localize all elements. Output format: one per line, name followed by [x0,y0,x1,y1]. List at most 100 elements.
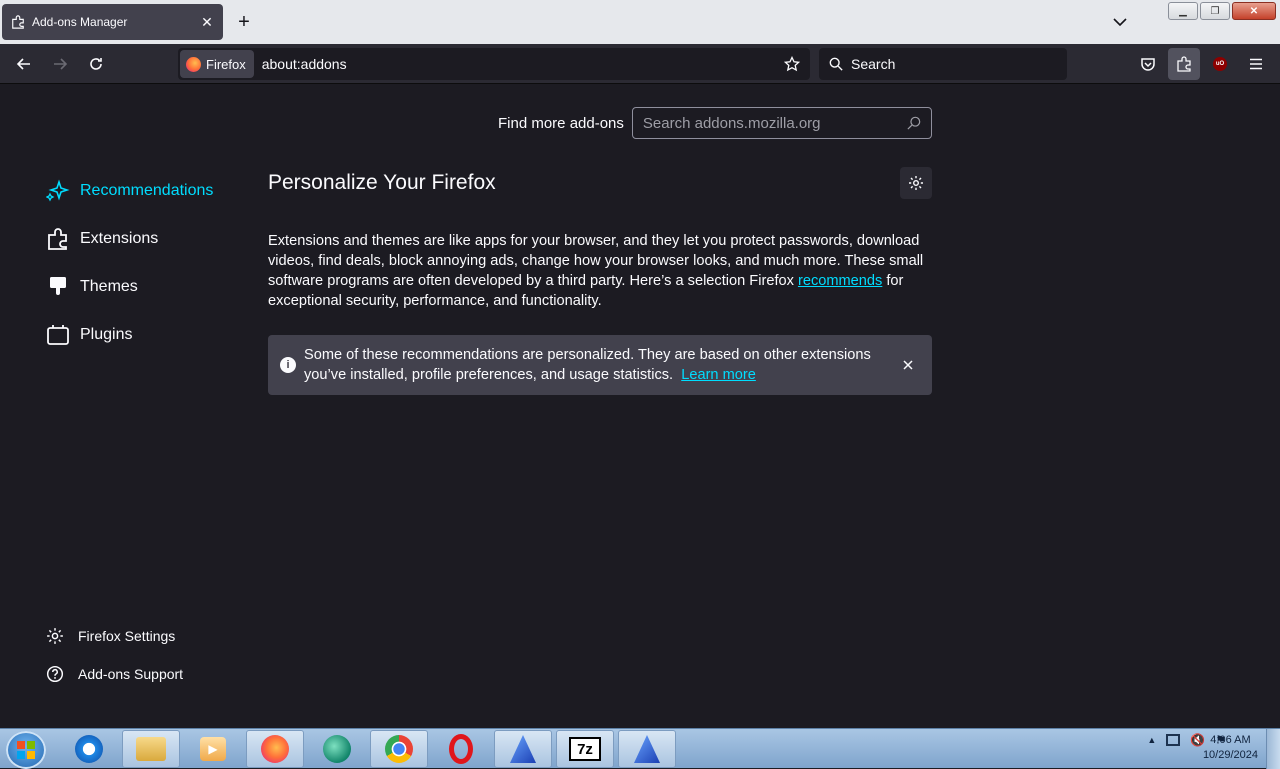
sparkle-icon [46,179,70,203]
search-bar[interactable]: Search [819,48,1067,80]
addons-support-label: Add-ons Support [78,666,184,682]
ublock-icon: uO [1213,57,1227,71]
taskbar-app-blue-1[interactable] [494,730,552,768]
bookmark-star-button[interactable] [778,50,806,78]
list-all-tabs-button[interactable] [1110,12,1130,32]
media-player-icon: ▶ [200,737,226,761]
taskbar-opera[interactable] [432,730,490,768]
chevron-down-icon [1113,18,1127,26]
sidebar-item-themes[interactable]: Themes [46,263,213,311]
learn-more-link[interactable]: Learn more [681,367,756,383]
find-more-label: Find more add-ons [498,114,624,132]
app-menu-button[interactable] [1240,48,1272,80]
notice-message: Some of these recommendations are person… [304,347,871,383]
tab-addons-manager[interactable]: Add-ons Manager ✕ [2,4,223,40]
folder-icon [136,737,166,761]
reload-button[interactable] [82,50,110,78]
sidebar-item-label: Themes [80,278,138,295]
back-button[interactable] [10,50,38,78]
addons-page: Find more add-ons Search addons.mozilla.… [0,85,1280,728]
pocket-icon [1141,58,1155,71]
gear-icon [909,176,923,190]
find-more-addons: Find more add-ons Search addons.mozilla.… [498,107,932,139]
sidebar-footer: Firefox Settings Add-ons Support [46,617,183,693]
firefox-icon [261,735,289,763]
new-tab-button[interactable]: + [234,11,254,33]
restore-button[interactable]: ❐ [1200,2,1230,20]
sidebar-item-label: Plugins [80,326,133,343]
minimize-button[interactable]: ▁ [1168,2,1198,20]
notice-text: Some of these recommendations are person… [304,345,888,385]
windows-logo-icon [17,741,35,759]
url-text[interactable]: about:addons [262,56,778,72]
puzzle-icon [46,227,70,251]
page-title: Personalize Your Firefox [268,171,496,194]
show-desktop-button[interactable] [1266,729,1280,769]
pocket-button[interactable] [1132,48,1164,80]
arrow-right-icon [54,58,68,70]
taskbar-app-green[interactable] [308,730,366,768]
url-bar[interactable]: Firefox about:addons [178,48,810,80]
blue-app-icon [634,735,660,763]
addons-support-link[interactable]: Add-ons Support [46,655,183,693]
plugin-icon [46,323,70,347]
search-icon [907,116,921,130]
firefox-settings-label: Firefox Settings [78,628,176,644]
taskbar-internet-explorer[interactable] [60,730,118,768]
clock-time: 4:06 AM [1210,734,1251,746]
tab-title: Add-ons Manager [32,15,128,29]
7zip-icon: 7z [569,737,601,761]
window-controls: ▁ ❐ ✕ [1168,2,1276,20]
puzzle-icon [1177,56,1191,72]
info-icon: i [280,357,296,373]
taskbar-firefox[interactable] [246,730,304,768]
brush-icon [46,275,70,299]
taskbar-media-player[interactable]: ▶ [184,730,242,768]
star-icon [784,56,800,72]
categories-sidebar: Recommendations Extensions Themes Plugin… [46,167,213,359]
close-tab-icon[interactable]: ✕ [199,14,215,30]
taskbar-chrome[interactable] [370,730,428,768]
taskbar-file-explorer[interactable] [122,730,180,768]
sidebar-item-label: Recommendations [80,182,214,199]
ublock-origin-button[interactable]: uO [1204,48,1236,80]
sidebar-item-extensions[interactable]: Extensions [46,215,213,263]
close-notice-button[interactable] [896,353,920,377]
amo-search-placeholder: Search addons.mozilla.org [642,114,821,132]
forward-button[interactable] [46,50,74,78]
puzzle-icon [10,14,26,30]
tools-gear-button[interactable] [900,167,932,199]
taskbar-clock[interactable]: 4:06 AM 10/29/2024 [1203,733,1258,763]
identity-box[interactable]: Firefox [180,50,254,78]
extensions-button[interactable] [1168,48,1200,80]
intro-text: Extensions and themes are like apps for … [268,231,932,311]
network-icon[interactable] [1166,734,1181,746]
help-icon [46,665,64,683]
taskbar-app-blue-2[interactable] [618,730,676,768]
start-button[interactable] [6,731,46,769]
green-app-icon [323,735,351,763]
firefox-settings-link[interactable]: Firefox Settings [46,617,183,655]
search-bar-placeholder: Search [851,56,896,72]
show-hidden-icons-button[interactable]: ▲ [1147,735,1156,745]
opera-icon [449,734,473,764]
windows-taskbar: ▶ 7z ▲ 🔇 ⚑ 4:06 AM 10/29/2024 [0,728,1280,769]
main-header: Personalize Your Firefox [268,167,932,199]
blue-app-icon [510,735,536,763]
arrow-left-icon [16,58,30,70]
gear-icon [47,628,63,644]
main-content: Personalize Your Firefox Extensions and … [268,167,932,395]
amo-search-input[interactable]: Search addons.mozilla.org [631,107,932,139]
sidebar-item-plugins[interactable]: Plugins [46,311,213,359]
reload-icon [90,58,102,70]
identity-label: Firefox [206,56,246,72]
close-window-button[interactable]: ✕ [1232,2,1276,20]
sidebar-item-recommendations[interactable]: Recommendations [46,167,213,215]
taskbar-7zip[interactable]: 7z [556,730,614,768]
tab-strip: Add-ons Manager ✕ + ▁ ❐ ✕ [0,0,1280,44]
personalization-notice: i Some of these recommendations are pers… [268,335,932,395]
recommends-link[interactable]: recommends [798,273,882,289]
nav-toolbar: Firefox about:addons Search uO [0,44,1280,84]
internet-explorer-icon [75,735,103,763]
hamburger-menu-icon [1250,58,1262,70]
